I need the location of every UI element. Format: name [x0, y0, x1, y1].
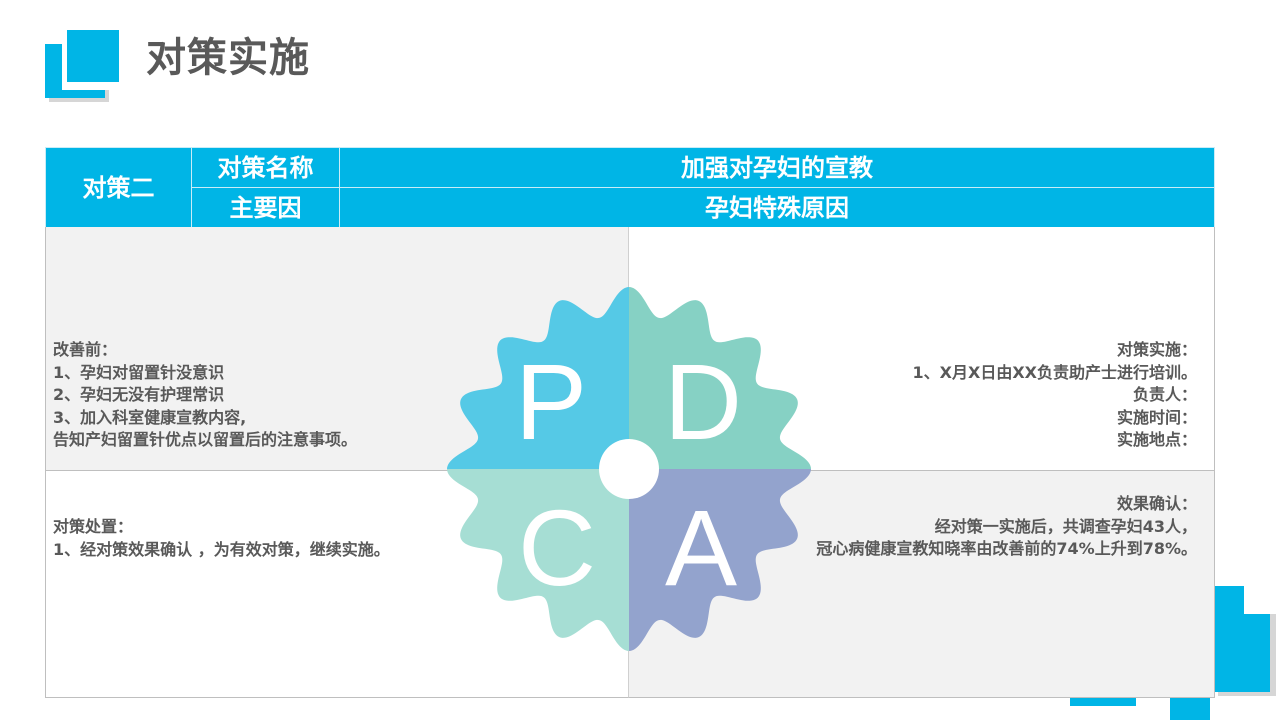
name-label: 对策名称: [191, 147, 340, 188]
name-value: 加强对孕妇的宣教: [339, 147, 1215, 188]
implementation-line: 对策实施：: [1116, 340, 1197, 359]
cause-label: 主要因: [191, 187, 340, 228]
implementation-line: 实施地点：: [1116, 430, 1197, 449]
countermeasure-header-table: 对策二 对策名称 加强对孕妇的宣教 主要因 孕妇特殊原因: [45, 147, 1215, 228]
effect-line: 效果确认：: [1116, 494, 1197, 513]
implementation-text: 对策实施： 1、X月X日由XX负责助产士进行培训。 负责人： 实施时间： 实施地…: [913, 339, 1197, 452]
before-line: 告知产妇留置针优点以留置后的注意事项。: [53, 430, 358, 449]
implementation-line: 负责人：: [1132, 385, 1197, 404]
pdca-letter-a: A: [665, 487, 737, 608]
effect-text: 效果确认： 经对策一实施后，共调查孕妇43人， 冠心病健康宣教知晓率由改善前的7…: [816, 493, 1197, 561]
pdca-center-hole: [599, 439, 659, 499]
pdca-letter-p: P: [515, 341, 587, 462]
cause-value: 孕妇特殊原因: [339, 187, 1215, 228]
bottom-deco-white-notch: [1244, 586, 1280, 614]
disposal-text: 对策处置： 1、经对策效果确认 ，为有效对策，继续实施。: [53, 516, 390, 561]
implementation-line: 1、X月X日由XX负责助产士进行培训。: [912, 362, 1197, 382]
effect-line: 冠心病健康宣教知晓率由改善前的74%上升到78%。: [816, 539, 1197, 558]
page-title: 对策实施: [146, 35, 310, 81]
before-line: 改善前：: [53, 340, 118, 359]
pdca-letter-c: C: [518, 487, 596, 608]
pdca-cycle-graphic: P D C A: [447, 287, 811, 651]
title-deco-inner-square: [67, 30, 119, 82]
before-line: 2、孕妇无没有护理常识: [53, 385, 225, 404]
implementation-line: 实施时间：: [1116, 407, 1197, 427]
effect-line: 经对策一实施后，共调查孕妇43人，: [934, 516, 1197, 536]
before-text: 改善前： 1、孕妇对留置针没意识 2、孕妇无没有护理常识 3、加入科室健康宣教内…: [53, 339, 357, 452]
disposal-line: 对策处置：: [53, 517, 134, 536]
before-line: 3、加入科室健康宣教内容,: [53, 407, 247, 427]
pdca-letter-d: D: [664, 341, 742, 462]
countermeasure-label: 对策二: [45, 147, 192, 228]
disposal-line: 1、经对策效果确认 ，为有效对策，继续实施。: [53, 539, 390, 559]
before-line: 1、孕妇对留置针没意识: [53, 362, 225, 382]
